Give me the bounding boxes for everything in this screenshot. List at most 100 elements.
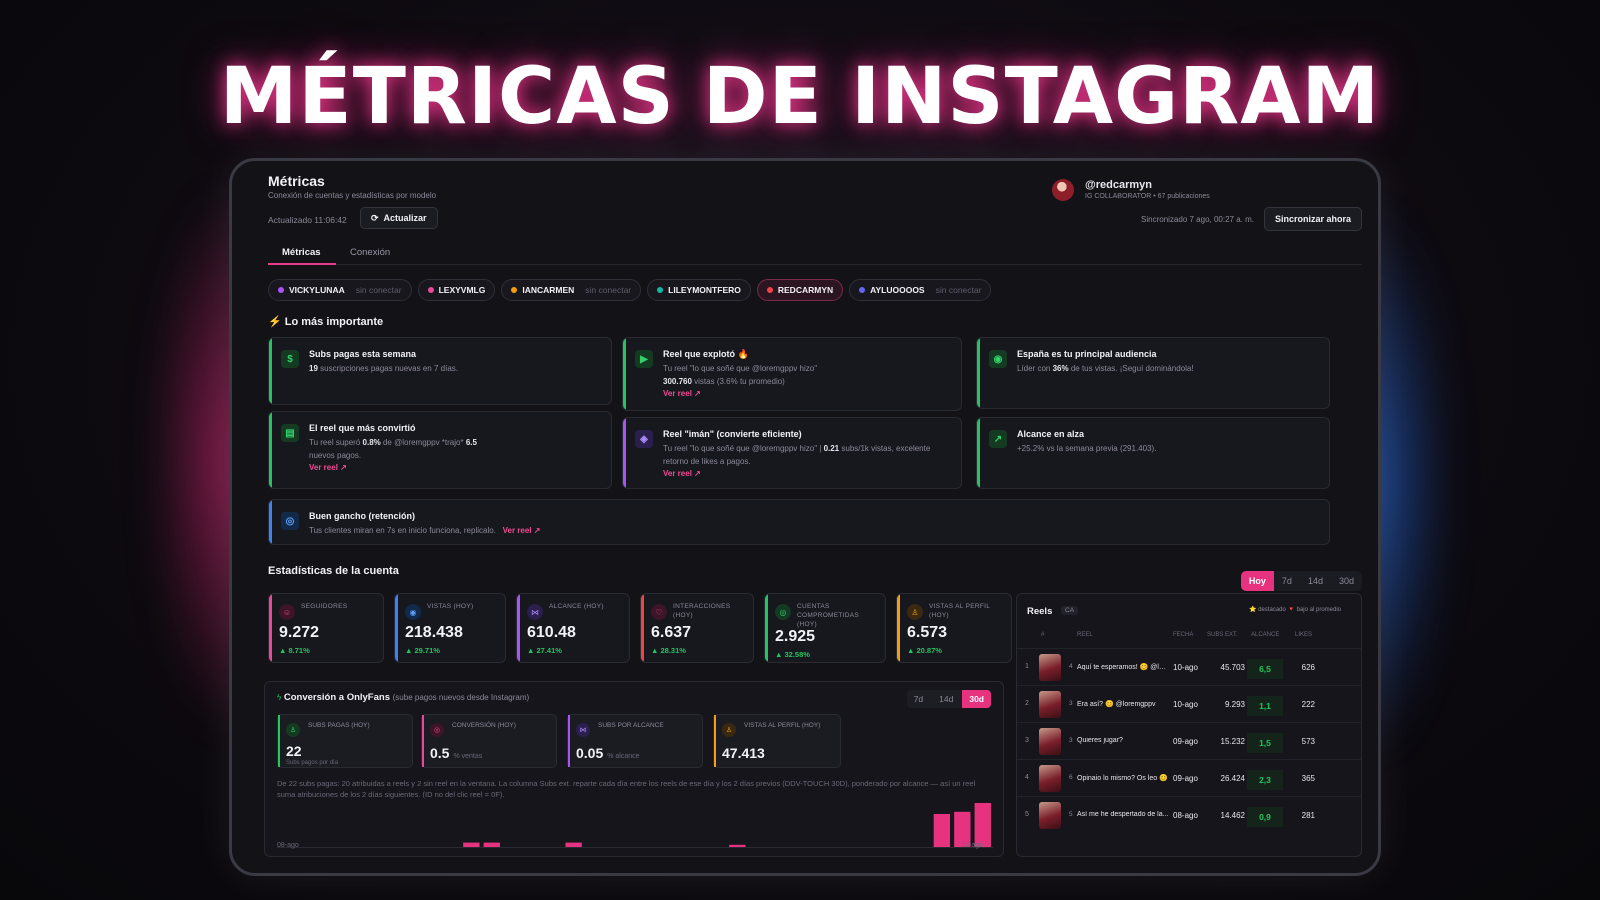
view-reel-link[interactable]: Ver reel ↗ [663, 469, 701, 478]
refresh-button[interactable]: ⟳ Actualizar [360, 207, 438, 229]
stat-followers: ☺ SEGUIDORES 9.272 ▲ 8.71% [268, 593, 384, 663]
view-reel-link[interactable]: Ver reel ↗ [309, 463, 347, 472]
chart-bar [974, 803, 991, 847]
reel-caption: Era así? 😊 @loremgppv [1077, 701, 1156, 708]
reel-reach: 6,5 [1247, 659, 1283, 679]
conv-label: SUBS PAGAS (HOY) [308, 722, 370, 729]
conv-value-number: 0.5 [430, 745, 450, 761]
period-7d[interactable]: 7d [907, 690, 930, 708]
reel-caption: Así me he despertado de la... [1077, 811, 1169, 818]
stat-label: CUENTAS COMPROMETIDAS (HOY) [797, 603, 860, 628]
card-title: El reel que más convirtió [309, 423, 416, 433]
card-value: 300.760 [663, 376, 692, 386]
reel-thumbnail[interactable] [1039, 765, 1061, 792]
lightning-icon: ϟ [277, 693, 282, 702]
reel-subs: 45.703 [1220, 663, 1245, 672]
period-30d[interactable]: 30d [1331, 571, 1362, 591]
reel-thumbnail[interactable] [1039, 654, 1061, 681]
dashboard: Métricas Conexión de cuentas y estadísti… [248, 173, 1362, 861]
view-reel-link[interactable]: Ver reel ↗ [503, 526, 541, 535]
reel-thumbnail[interactable] [1039, 802, 1061, 829]
device-frame: Métricas Conexión de cuentas y estadísti… [229, 158, 1381, 876]
model-chip-vickylunaa[interactable]: VICKYLUNAA sin conectar [268, 279, 412, 301]
stat-change: ▲ 8.71% [279, 646, 310, 655]
status-dot [657, 287, 664, 293]
reel-thumbnail[interactable] [1039, 728, 1061, 755]
table-row[interactable]: 5 5 Así me he despertado de la... 08-ago 14.… [1017, 796, 1361, 833]
stats-title: Estadísticas de la cuenta [268, 565, 399, 577]
avatar[interactable] [1052, 179, 1074, 201]
reels-badge: CA [1061, 606, 1079, 615]
conv-value: 47.413 [722, 745, 765, 761]
conv-value: 22 [286, 743, 302, 759]
tab-conexion[interactable]: Conexión [350, 247, 390, 258]
tab-active-indicator [268, 263, 336, 265]
conversion-panel: ϟ Conversión a OnlyFans (sube pagos nuev… [264, 681, 1004, 857]
stat-label: SEGUIDORES [301, 603, 348, 610]
card-title: Reel que explotó 🔥 [663, 349, 749, 359]
chart-bar [483, 842, 500, 847]
reel-date: 08-ago [1173, 811, 1198, 820]
table-row[interactable]: 1 4 Aquí te esperamos! 😊 @lor... 10-ago 45.7… [1017, 648, 1361, 685]
period-hoy[interactable]: Hoy [1240, 571, 1274, 591]
reel-thumbnail[interactable] [1039, 691, 1061, 718]
period-14d[interactable]: 14d [932, 690, 960, 708]
reel-date: 10-ago [1173, 700, 1198, 709]
card-text: vistas (3.6% tu promedio) [691, 376, 785, 386]
card-text: de @loremgppv *trajo* [380, 438, 466, 447]
model-name: AYLUOOOOS [870, 285, 925, 295]
col-subs[interactable]: SUBS EXT. [1207, 632, 1238, 639]
col-date[interactable]: FECHA [1173, 632, 1193, 639]
model-chip-redcarmyn[interactable]: REDCARMYN [756, 279, 844, 301]
globe-icon: ◉ [989, 350, 1007, 368]
highlights-title: ⚡ Lo más importante [268, 315, 383, 328]
table-row[interactable]: 4 6 Opinaio lo mismo? Os leo 😊 09-ago 26.424… [1017, 759, 1361, 796]
conv-subs-per-reach: ⋈ SUBS POR ALCANCE 0.05% alcance [567, 714, 703, 768]
headline: MÉTRICAS DE INSTAGRAM [219, 52, 1381, 142]
table-row[interactable]: 2 3 Era así? 😊 @loremgppv 10-ago 9.293 1,1 222 [1017, 685, 1361, 722]
accent-bar [517, 594, 520, 662]
col-likes[interactable]: LIKES [1295, 632, 1312, 639]
profile-icon: ♙ [722, 723, 736, 737]
tab-metricas[interactable]: Métricas [282, 247, 321, 258]
view-reel-link[interactable]: Ver reel ↗ [663, 389, 701, 398]
stat-value: 2.925 [775, 628, 816, 645]
card-title: Buen gancho (retención) [309, 511, 416, 521]
col-reel[interactable]: REEL [1077, 632, 1093, 639]
period-7d[interactable]: 7d [1274, 571, 1300, 591]
profile-icon: ♙ [907, 604, 923, 620]
period-14d[interactable]: 14d [1300, 571, 1331, 591]
model-chip-lexyvmlg[interactable]: LEXYVMLG [417, 279, 496, 301]
model-chip-lileymontfero[interactable]: LILEYMONTFERO [647, 279, 751, 301]
accent-bar [269, 338, 272, 404]
card-value: 0.21 [823, 444, 840, 453]
accent-bar [269, 500, 272, 544]
table-row[interactable]: 3 3 Quieres jugar? 09-ago 15.232 1,5 573 [1017, 722, 1361, 759]
reels-title: Reels [1027, 606, 1053, 617]
card-body: Tu reel "lo que soñé que @loremgppv hizo… [663, 363, 949, 401]
chart-bar [565, 842, 582, 847]
chart-bar [463, 842, 480, 847]
highlight-card-hook: ◎ Buen gancho (retención) Tus clientes m… [268, 499, 1330, 545]
sync-now-button[interactable]: Sincronizar ahora [1263, 207, 1362, 231]
reel-likes: 573 [1301, 737, 1315, 746]
person-icon: ♙ [286, 723, 300, 737]
status-dot [511, 287, 518, 293]
tab-bar: Métricas Conexión [268, 243, 1362, 265]
chart-bar [729, 844, 746, 847]
conv-unit: % alcance [607, 753, 640, 760]
period-30d[interactable]: 30d [962, 690, 991, 708]
col-reach[interactable]: ALCANCE [1251, 632, 1279, 639]
model-status: sin conectar [935, 285, 982, 295]
target-icon: ◎ [281, 512, 299, 530]
stat-change: ▲ 29.71% [405, 646, 440, 655]
stat-change: ▲ 32.58% [775, 650, 810, 659]
card-title: Subs pagas esta semana [309, 349, 417, 359]
highlight-card-top-converter: ▤ El reel que más convirtió Tu reel supe… [268, 411, 612, 489]
conv-label: SUBS POR ALCANCE [598, 722, 664, 729]
chart-x-start: 08-ago [277, 842, 299, 849]
model-chip-iancarmen[interactable]: IANCARMEN sin conectar [501, 279, 642, 301]
reel-icon: ▶ [635, 350, 653, 368]
stat-reach: ⋈ ALCANCE (HOY) 610.48 ▲ 27.41% [516, 593, 630, 663]
model-chip-ayluooooos[interactable]: AYLUOOOOS sin conectar [849, 279, 992, 301]
